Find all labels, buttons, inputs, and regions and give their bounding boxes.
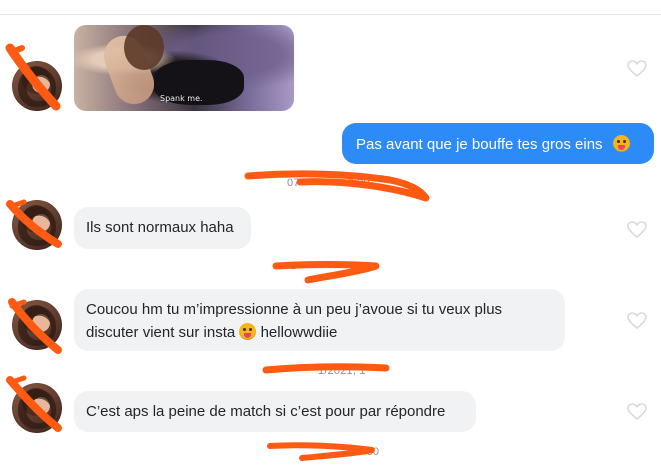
gif-caption: Spank me. bbox=[160, 94, 203, 103]
timestamp: 0:30 bbox=[357, 446, 380, 458]
tongue-emoji-icon bbox=[612, 135, 630, 152]
avatar[interactable] bbox=[12, 300, 62, 350]
incoming-message-bubble[interactable]: Ils sont normaux haha bbox=[74, 207, 251, 249]
tongue-emoji-icon bbox=[239, 323, 257, 340]
avatar[interactable] bbox=[12, 61, 62, 111]
timestamp-redaction-scribble bbox=[272, 261, 380, 284]
outgoing-message-bubble[interactable]: Pas avant que je bouffe tes gros eins bbox=[342, 123, 654, 164]
timestamp: 07 0:30 bbox=[287, 177, 370, 189]
like-heart-icon[interactable] bbox=[627, 312, 647, 330]
like-heart-icon[interactable] bbox=[627, 221, 647, 239]
incoming-message-bubble[interactable]: C’est aps la peine de match si c’est pou… bbox=[74, 391, 476, 432]
incoming-message-bubble[interactable]: Coucou hm tu m’impressionne à un peu j’a… bbox=[74, 289, 565, 351]
top-divider bbox=[0, 14, 661, 15]
gif-figure-hair bbox=[124, 25, 164, 70]
message-text: C’est aps la peine de match si c’est pou… bbox=[86, 403, 446, 420]
like-heart-icon[interactable] bbox=[627, 403, 647, 421]
timestamp: 1 bbox=[290, 260, 297, 272]
gif-message[interactable]: Spank me. bbox=[74, 25, 294, 111]
avatar[interactable] bbox=[12, 383, 62, 433]
message-text: Pas avant que je bouffe tes gros eins bbox=[356, 136, 603, 153]
message-text-line: discuter vient sur insta hellowwdiie bbox=[86, 323, 338, 341]
like-heart-icon[interactable] bbox=[627, 60, 647, 78]
timestamp: 1/2021, 1 bbox=[318, 365, 366, 377]
message-text: Ils sont normaux haha bbox=[86, 219, 234, 236]
avatar[interactable] bbox=[12, 200, 62, 250]
message-text-line: Coucou hm tu m’impressionne à un peu j’a… bbox=[86, 301, 503, 318]
